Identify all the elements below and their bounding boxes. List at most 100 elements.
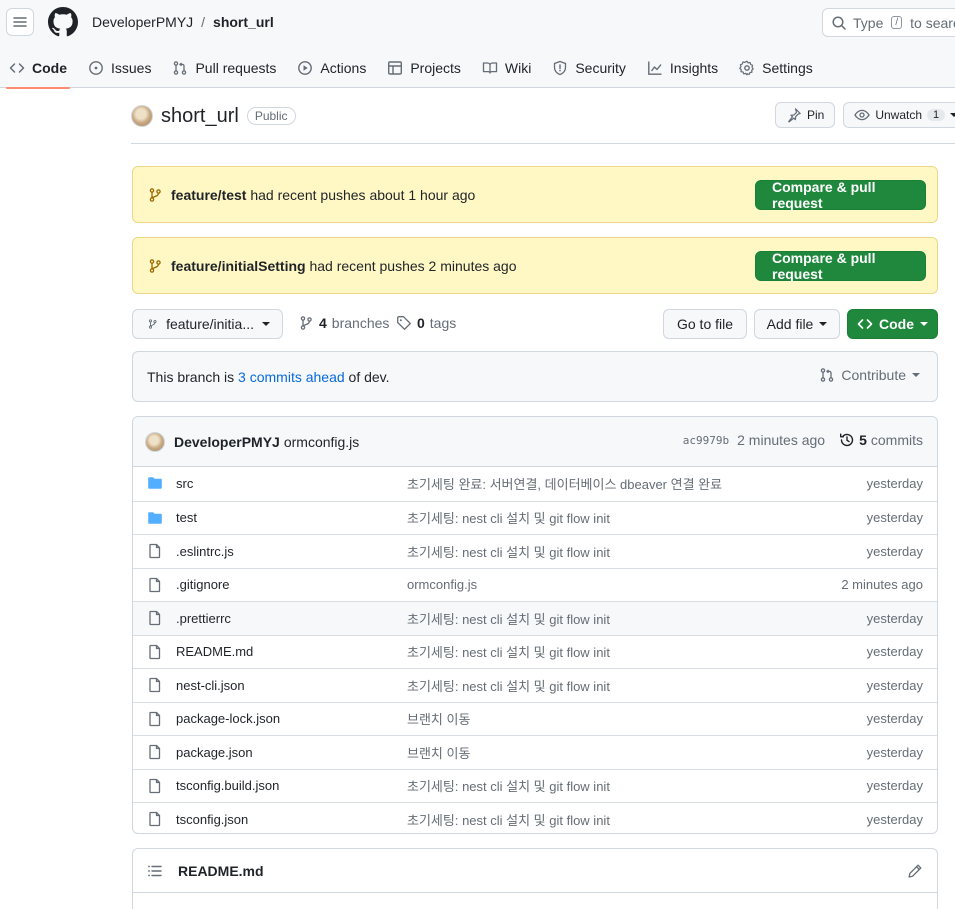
repo-name[interactable]: short_url xyxy=(161,105,239,128)
branches-link[interactable]: 4 branches xyxy=(298,315,389,331)
file-row[interactable]: .prettierrc 초기세팅: nest cli 설치 및 git flow … xyxy=(133,601,937,635)
file-name-link[interactable]: test xyxy=(176,510,197,525)
file-row[interactable]: .gitignore ormconfig.js 2 minutes ago xyxy=(133,567,937,602)
file-row[interactable]: nest-cli.json 초기세팅: nest cli 설치 및 git flo… xyxy=(133,668,937,702)
tags-link[interactable]: 0 tags xyxy=(396,315,456,331)
file-name-link[interactable]: package.json xyxy=(176,745,253,760)
tab-issues[interactable]: Issues xyxy=(79,48,160,88)
recent-push-banner: feature/test had recent pushes about 1 h… xyxy=(132,166,938,223)
file-commit-message-link[interactable]: 브랜치 이동 xyxy=(407,743,470,762)
file-name-link[interactable]: .eslintrc.js xyxy=(176,544,234,559)
tags-label: tags xyxy=(429,315,457,331)
folder-icon xyxy=(147,475,163,491)
file-commit-age: yesterday xyxy=(866,644,923,660)
breadcrumb-owner[interactable]: DeveloperPMYJ xyxy=(92,14,193,30)
file-commit-message-link[interactable]: 초기세팅: nest cli 설치 및 git flow init xyxy=(407,609,610,628)
flash-branch-name[interactable]: feature/initialSetting xyxy=(171,258,306,274)
file-name-link[interactable]: .prettierrc xyxy=(176,611,231,626)
tab-pull-requests[interactable]: Pull requests xyxy=(163,48,285,88)
file-row[interactable]: src 초기세팅 완료: 서버연결, 데이터베이스 dbeaver 연결 완료 ye… xyxy=(133,467,937,501)
graph-icon xyxy=(648,61,662,75)
commit-time: 2 minutes ago xyxy=(737,432,826,448)
github-logo-icon[interactable] xyxy=(48,7,78,37)
file-icon xyxy=(147,811,163,827)
tab-wiki[interactable]: Wiki xyxy=(473,48,540,88)
file-commit-age: yesterday xyxy=(866,610,923,626)
breadcrumb-repo[interactable]: short_url xyxy=(213,14,274,30)
tab-projects[interactable]: Projects xyxy=(378,48,470,88)
file-name-link[interactable]: .gitignore xyxy=(176,577,229,592)
file-commit-message-link[interactable]: 초기세팅: nest cli 설치 및 git flow init xyxy=(407,810,610,829)
file-row[interactable]: README.md 초기세팅: nest cli 설치 및 git flow in… xyxy=(133,634,937,669)
file-name-link[interactable]: nest-cli.json xyxy=(176,678,245,693)
branch-icon xyxy=(148,319,157,329)
tags-count: 0 xyxy=(417,315,425,331)
file-name-link[interactable]: src xyxy=(176,476,193,491)
pin-button[interactable]: Pin xyxy=(775,102,836,128)
file-icon xyxy=(147,744,163,760)
file-name-link[interactable]: tsconfig.build.json xyxy=(176,778,279,793)
compare-pull-request-button[interactable]: Compare & pull request xyxy=(755,250,926,282)
file-commit-message-link[interactable]: ormconfig.js xyxy=(407,577,477,592)
file-commit-message-link[interactable]: 브랜치 이동 xyxy=(407,709,470,728)
code-dropdown-button[interactable]: Code xyxy=(847,309,938,339)
file-row[interactable]: package-lock.json 브랜치 이동 yesterday xyxy=(133,701,937,736)
file-name-link[interactable]: README.md xyxy=(176,644,253,659)
list-icon[interactable] xyxy=(147,863,163,879)
chevron-down-icon xyxy=(912,373,920,377)
file-commit-age: yesterday xyxy=(866,778,923,794)
pencil-icon[interactable] xyxy=(907,863,923,879)
menu-button[interactable] xyxy=(6,8,34,36)
file-commit-message-link[interactable]: 초기세팅: nest cli 설치 및 git flow init xyxy=(407,542,610,561)
breadcrumb: DeveloperPMYJ / short_url xyxy=(92,14,274,30)
commit-message[interactable]: ormconfig.js xyxy=(284,434,359,450)
branch-icon xyxy=(300,316,312,330)
tab-code[interactable]: Code xyxy=(0,48,76,89)
tab-insights[interactable]: Insights xyxy=(638,48,727,88)
go-to-file-button[interactable]: Go to file xyxy=(663,309,747,339)
recent-push-banner: feature/initialSetting had recent pushes… xyxy=(132,237,938,294)
pin-label: Pin xyxy=(807,108,825,122)
commit-history-link[interactable]: 5 commits xyxy=(839,432,923,448)
file-commit-message-link[interactable]: 초기세팅: nest cli 설치 및 git flow init xyxy=(407,642,610,661)
file-commit-message-link[interactable]: 초기세팅: nest cli 설치 및 git flow init xyxy=(407,676,610,695)
tab-pull-requests-label: Pull requests xyxy=(195,60,277,76)
tab-code-label: Code xyxy=(32,60,67,76)
commit-sha[interactable]: ac9979b xyxy=(683,434,729,447)
file-name-link[interactable]: tsconfig.json xyxy=(176,812,248,827)
readme-title[interactable]: README.md xyxy=(178,863,264,879)
file-commit-message-link[interactable]: 초기세팅: nest cli 설치 및 git flow init xyxy=(407,776,610,795)
folder-icon xyxy=(147,510,163,526)
file-row[interactable]: test 초기세팅: nest cli 설치 및 git flow init yes… xyxy=(133,500,937,535)
commit-author-avatar[interactable] xyxy=(145,431,165,452)
owner-avatar[interactable] xyxy=(131,105,153,127)
file-name-link[interactable]: package-lock.json xyxy=(176,711,280,726)
file-row[interactable]: tsconfig.build.json 초기세팅: nest cli 설치 및 g… xyxy=(133,768,937,803)
branch-selector[interactable]: feature/initia... xyxy=(132,309,283,339)
gear-icon xyxy=(739,60,754,76)
file-row[interactable]: package.json 브랜치 이동 yesterday xyxy=(133,735,937,769)
chevron-down-icon xyxy=(950,113,955,117)
file-commit-message-link[interactable]: 초기세팅: nest cli 설치 및 git flow init xyxy=(407,508,610,527)
book-icon xyxy=(482,62,498,74)
pull-request-icon xyxy=(174,61,187,75)
tab-security[interactable]: Security xyxy=(543,48,635,88)
file-commit-message-link[interactable]: 초기세팅 완료: 서버연결, 데이터베이스 dbeaver 연결 완료 xyxy=(407,474,722,493)
tab-actions[interactable]: Actions xyxy=(288,48,375,88)
commits-ahead-link[interactable]: 3 commits ahead xyxy=(238,369,345,385)
search-shortcut-key: / xyxy=(891,16,903,29)
commit-author[interactable]: DeveloperPMYJ xyxy=(174,434,280,450)
search-input[interactable]: Type / to search xyxy=(822,8,955,37)
tab-settings[interactable]: Settings xyxy=(730,48,822,88)
file-commit-age: yesterday xyxy=(866,711,923,727)
unwatch-button[interactable]: Unwatch 1 xyxy=(843,102,955,128)
flash-branch-name[interactable]: feature/test xyxy=(171,187,246,203)
file-row[interactable]: tsconfig.json 초기세팅: nest cli 설치 및 git flo… xyxy=(133,802,937,833)
table-icon xyxy=(388,61,403,75)
file-icon xyxy=(147,543,163,559)
compare-pull-request-button[interactable]: Compare & pull request xyxy=(755,179,926,211)
add-file-button[interactable]: Add file xyxy=(754,309,840,339)
file-commit-age: yesterday xyxy=(866,543,923,559)
contribute-dropdown[interactable]: Contribute xyxy=(819,367,920,383)
file-row[interactable]: .eslintrc.js 초기세팅: nest cli 설치 및 git flow… xyxy=(133,534,937,568)
